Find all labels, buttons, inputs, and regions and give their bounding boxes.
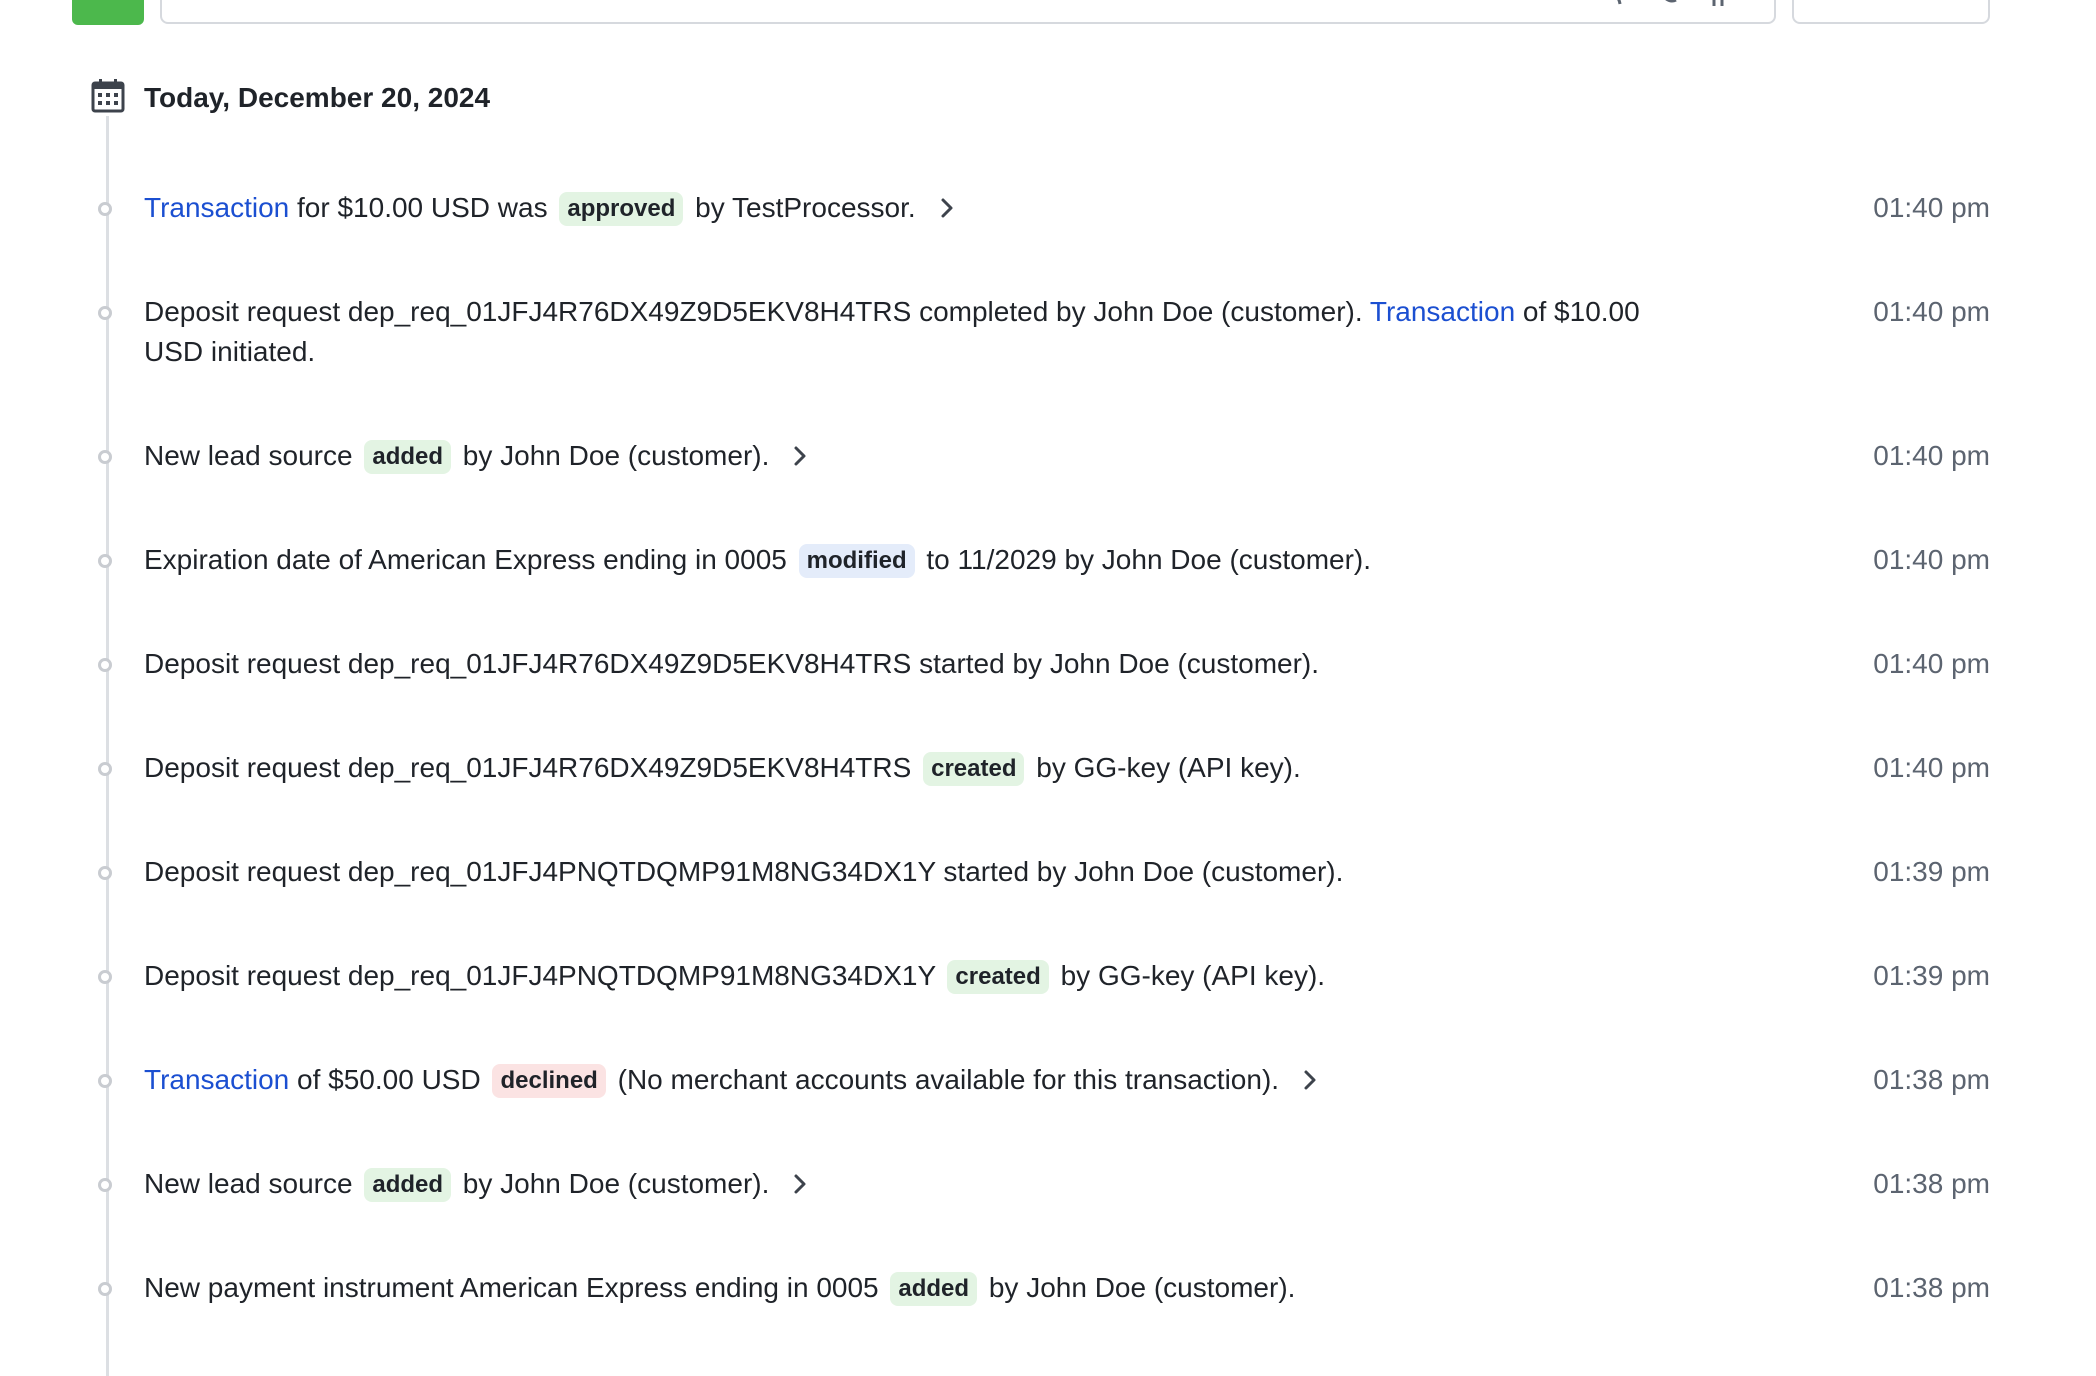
- event-description: Deposit request dep_req_01JFJ4PNQTDQMP91…: [144, 956, 1714, 996]
- date-header: Today, December 20, 2024: [90, 76, 490, 116]
- event-description: Deposit request dep_req_01JFJ4R76DX49Z9D…: [144, 748, 1714, 788]
- chevron-right-icon[interactable]: [791, 443, 809, 469]
- status-badge: added: [364, 440, 452, 474]
- search-input[interactable]: [160, 0, 1776, 24]
- event-time: 01:40 pm: [1873, 296, 1990, 327]
- timeline-dot: [98, 762, 112, 776]
- timeline-dot: [98, 1282, 112, 1296]
- status-badge: approved: [559, 192, 684, 226]
- status-badge: created: [947, 960, 1049, 994]
- event-text: Deposit request dep_req_01JFJ4PNQTDQMP91…: [144, 960, 944, 991]
- timeline-dot: [98, 554, 112, 568]
- event-text: to 11/2029 by John Doe (customer).: [918, 544, 1372, 575]
- event-time: 01:40 pm: [1873, 440, 1990, 471]
- event-description: Deposit request dep_req_01JFJ4R76DX49Z9D…: [144, 292, 1704, 372]
- event-time: 01:38 pm: [1873, 1168, 1990, 1199]
- transaction-link[interactable]: Transaction: [1370, 296, 1515, 327]
- event-description: Expiration date of American Express endi…: [144, 540, 1714, 580]
- event-text: Expiration date of American Express endi…: [144, 544, 795, 575]
- status-badge: modified: [798, 544, 915, 578]
- status-badge: added: [890, 1272, 978, 1306]
- timeline-dot: [98, 658, 112, 672]
- calendar-icon: [91, 79, 125, 113]
- status-badge: added: [364, 1168, 452, 1202]
- timeline-dot: [98, 1074, 112, 1088]
- event-text: New payment instrument American Express …: [144, 1272, 887, 1303]
- timeline-dot: [98, 202, 112, 216]
- event-time: 01:39 pm: [1873, 960, 1990, 991]
- options-button[interactable]: [1792, 0, 1990, 24]
- event-time: 01:40 pm: [1873, 752, 1990, 783]
- event-text: by GG-key (API key).: [1028, 752, 1301, 783]
- timeline-dot: [98, 1178, 112, 1192]
- event-text: New lead source: [144, 1168, 361, 1199]
- event-time: 01:40 pm: [1873, 192, 1990, 223]
- timeline-dot: [98, 450, 112, 464]
- event-time: 01:40 pm: [1873, 648, 1990, 679]
- event-text: for $10.00 USD was: [289, 192, 556, 223]
- transaction-link[interactable]: Transaction: [144, 192, 289, 223]
- event-description: New lead source added by John Doe (custo…: [144, 1164, 1714, 1204]
- event-description: Deposit request dep_req_01JFJ4R76DX49Z9D…: [144, 644, 1714, 684]
- event-description: New payment instrument American Express …: [144, 1268, 1714, 1308]
- status-badge: created: [923, 752, 1025, 786]
- event-text: by John Doe (customer).: [455, 1168, 770, 1199]
- chevron-right-icon[interactable]: [938, 195, 956, 221]
- chevron-right-icon[interactable]: [1301, 1067, 1319, 1093]
- event-text: Deposit request dep_req_01JFJ4R76DX49Z9D…: [144, 296, 1370, 327]
- timeline-dot: [98, 306, 112, 320]
- event-text: Deposit request dep_req_01JFJ4R76DX49Z9D…: [144, 752, 920, 783]
- event-text: by GG-key (API key).: [1052, 960, 1326, 991]
- timeline-dot: [98, 970, 112, 984]
- event-text: Deposit request dep_req_01JFJ4PNQTDQMP91…: [144, 856, 1344, 887]
- top-toolbar: [0, 0, 2096, 26]
- transaction-link[interactable]: Transaction: [144, 1064, 289, 1095]
- timeline-dot: [98, 866, 112, 880]
- filter-icon[interactable]: [1706, 0, 1732, 8]
- event-time: 01:39 pm: [1873, 856, 1990, 887]
- event-text: New lead source: [144, 440, 361, 471]
- event-text: by John Doe (customer).: [981, 1272, 1296, 1303]
- event-text: of $50.00 USD: [289, 1064, 489, 1095]
- event-time: 01:40 pm: [1873, 544, 1990, 575]
- event-text: by John Doe (customer).: [455, 440, 770, 471]
- event-description: New lead source added by John Doe (custo…: [144, 436, 1714, 476]
- event-time: 01:38 pm: [1873, 1272, 1990, 1303]
- event-text: Deposit request dep_req_01JFJ4R76DX49Z9D…: [144, 648, 1320, 679]
- event-text: by TestProcessor.: [687, 192, 916, 223]
- date-title: Today, December 20, 2024: [144, 82, 491, 113]
- event-description: Transaction of $50.00 USD declined (No m…: [144, 1060, 1714, 1100]
- event-description: Deposit request dep_req_01JFJ4PNQTDQMP91…: [144, 852, 1714, 892]
- status-badge: declined: [492, 1064, 606, 1098]
- event-text: (No merchant accounts available for this…: [609, 1064, 1280, 1095]
- chevron-right-icon[interactable]: [791, 1171, 809, 1197]
- primary-action-button[interactable]: [72, 0, 144, 25]
- refresh-icon[interactable]: [1654, 0, 1680, 8]
- search-tool-icon[interactable]: [1602, 0, 1628, 8]
- event-time: 01:38 pm: [1873, 1064, 1990, 1095]
- event-description: Transaction for $10.00 USD was approved …: [144, 188, 1714, 228]
